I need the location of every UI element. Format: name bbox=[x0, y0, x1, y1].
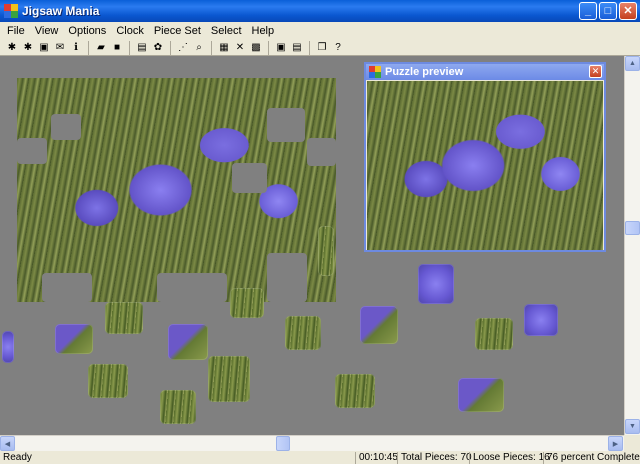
puzzle-piece[interactable] bbox=[458, 378, 504, 412]
preview-close-button[interactable]: ✕ bbox=[589, 65, 602, 78]
menu-select[interactable]: Select bbox=[206, 25, 247, 37]
remove-icon[interactable]: ✕ bbox=[233, 41, 247, 55]
status-bar: Ready 00:10:45 Total Pieces: 70 Loose Pi… bbox=[0, 451, 640, 464]
preview-icon[interactable]: ▣ bbox=[274, 41, 288, 55]
puzzle-piece[interactable] bbox=[475, 318, 513, 350]
scroll-right-arrow[interactable]: ▶ bbox=[608, 436, 623, 451]
menu-file[interactable]: File bbox=[2, 25, 30, 37]
status-loose-pieces: Loose Pieces: 16 bbox=[469, 451, 550, 464]
toolbar-separator bbox=[309, 40, 310, 55]
open-icon[interactable]: ▰ bbox=[94, 41, 108, 55]
status-completed: 76 percent Completed bbox=[543, 451, 640, 464]
menu-clock[interactable]: Clock bbox=[111, 25, 149, 37]
colors-icon[interactable]: ✿ bbox=[151, 41, 165, 55]
scroll-left-arrow[interactable]: ◀ bbox=[0, 436, 15, 451]
toolbar-separator bbox=[170, 40, 171, 55]
puzzle-piece[interactable] bbox=[88, 364, 128, 398]
puzzle-piece[interactable] bbox=[55, 324, 93, 354]
missing-piece-slot bbox=[267, 108, 305, 142]
maximize-button[interactable]: □ bbox=[599, 2, 617, 20]
missing-piece-slot bbox=[267, 253, 307, 302]
window-title: Jigsaw Mania bbox=[22, 4, 100, 18]
vertical-scrollbar[interactable]: ▲ ▼ bbox=[624, 56, 640, 435]
minimize-button[interactable]: _ bbox=[579, 2, 597, 20]
title-bar: Jigsaw Mania _ □ ✕ bbox=[0, 0, 640, 22]
puzzle-piece[interactable] bbox=[160, 390, 196, 424]
puzzle-preview-window[interactable]: Puzzle preview ✕ bbox=[364, 62, 606, 252]
horizontal-scrollbar[interactable]: ◀ ▶ bbox=[0, 435, 624, 451]
scrollbar-corner bbox=[624, 435, 640, 451]
missing-piece-slot bbox=[42, 273, 92, 302]
app-icon[interactable] bbox=[4, 4, 18, 18]
shuffle-icon[interactable]: ⋰ bbox=[176, 41, 190, 55]
missing-piece-slot bbox=[51, 114, 81, 140]
grid-icon[interactable]: ▦ bbox=[217, 41, 231, 55]
puzzle-piece[interactable] bbox=[2, 331, 14, 363]
vertical-scroll-thumb[interactable] bbox=[625, 221, 640, 235]
toolbar-separator bbox=[211, 40, 212, 55]
menu-help[interactable]: Help bbox=[247, 25, 280, 37]
menu-piece-set[interactable]: Piece Set bbox=[149, 25, 206, 37]
menu-bar: File View Options Clock Piece Set Select… bbox=[0, 22, 640, 40]
menu-options[interactable]: Options bbox=[63, 25, 111, 37]
image-icon[interactable]: ▣ bbox=[37, 41, 51, 55]
puzzle-workspace[interactable]: Puzzle preview ✕ bbox=[0, 56, 624, 435]
puzzle-piece[interactable] bbox=[285, 316, 321, 350]
assembled-puzzle[interactable] bbox=[17, 78, 336, 302]
status-total-pieces: Total Pieces: 70 bbox=[397, 451, 472, 464]
puzzle-piece[interactable] bbox=[230, 288, 264, 318]
preview-app-icon bbox=[369, 66, 381, 78]
toolbar-separator bbox=[129, 40, 130, 55]
puzzle-piece[interactable] bbox=[524, 304, 558, 336]
puzzle-piece[interactable] bbox=[168, 324, 208, 360]
toolbar: ✱ ✱ ▣ ✉ ℹ ▰ ■ ▤ ✿ ⋰ ⌕ ▦ ✕ ▩ ▣ ▤ ❐? bbox=[0, 40, 640, 56]
mail-icon[interactable]: ✉ bbox=[53, 41, 67, 55]
puzzle-piece[interactable] bbox=[360, 306, 398, 344]
zoom-icon[interactable]: ⌕ bbox=[192, 41, 206, 55]
info-icon[interactable]: ℹ bbox=[69, 41, 83, 55]
puzzle-piece[interactable] bbox=[208, 356, 250, 402]
scroll-up-arrow[interactable]: ▲ bbox=[625, 56, 640, 71]
puzzle-piece[interactable] bbox=[418, 264, 454, 304]
preview-title: Puzzle preview bbox=[385, 66, 464, 78]
horizontal-scroll-thumb[interactable] bbox=[276, 436, 290, 451]
toolbar-separator bbox=[268, 40, 269, 55]
copy-icon[interactable]: ❐ bbox=[315, 41, 329, 55]
missing-piece-slot bbox=[157, 273, 227, 302]
missing-piece-slot bbox=[17, 138, 47, 164]
toolbar-separator bbox=[88, 40, 89, 55]
status-timer: 00:10:45 bbox=[355, 451, 398, 464]
status-ready: Ready bbox=[3, 452, 32, 463]
preview-image bbox=[367, 81, 603, 250]
scroll-down-arrow[interactable]: ▼ bbox=[625, 419, 640, 434]
preview-toggle-icon[interactable]: ▤ bbox=[290, 41, 304, 55]
puzzle-piece[interactable] bbox=[105, 302, 143, 334]
missing-piece-slot bbox=[307, 138, 336, 166]
new-random-icon[interactable]: ✱ bbox=[21, 41, 35, 55]
new-puzzle-icon[interactable]: ✱ bbox=[5, 41, 19, 55]
puzzle-piece[interactable] bbox=[318, 226, 334, 276]
menu-view[interactable]: View bbox=[30, 25, 64, 37]
close-button[interactable]: ✕ bbox=[619, 2, 637, 20]
missing-piece-slot bbox=[232, 163, 267, 193]
edge-icon[interactable]: ▩ bbox=[249, 41, 263, 55]
print-icon[interactable]: ▤ bbox=[135, 41, 149, 55]
preview-title-bar[interactable]: Puzzle preview bbox=[366, 64, 604, 80]
puzzle-piece[interactable] bbox=[335, 374, 375, 408]
save-icon[interactable]: ■ bbox=[110, 41, 124, 55]
hint-icon[interactable]: ? bbox=[331, 41, 345, 55]
